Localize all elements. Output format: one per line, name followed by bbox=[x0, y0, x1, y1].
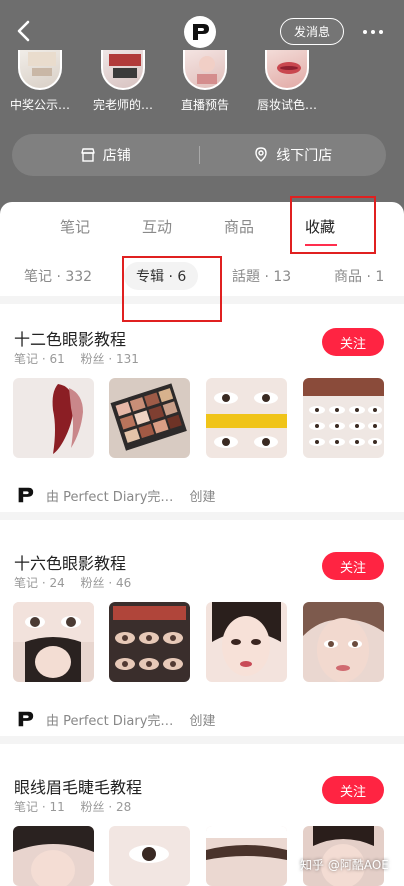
brand-logo[interactable] bbox=[184, 16, 216, 48]
album-title: 十二色眼影教程 bbox=[14, 330, 127, 349]
story-item[interactable]: 完老师的… bbox=[88, 50, 158, 113]
location-pin-icon bbox=[255, 147, 267, 162]
album-cover-image[interactable] bbox=[109, 378, 190, 458]
album-cover-image[interactable] bbox=[109, 602, 190, 682]
story-item[interactable]: 唇妆试色… bbox=[252, 50, 322, 113]
profile-header: 发消息 中奖公示… 完老师的… 直播预告 唇妆试色… 店铺 线下门店 bbox=[0, 0, 404, 215]
annotation-box-albums bbox=[122, 256, 222, 322]
album-stats: 笔记 · 61 粉丝 · 131 bbox=[14, 350, 139, 367]
store-button[interactable]: 店铺 bbox=[12, 145, 199, 165]
album-stats: 笔记 · 24 粉丝 · 46 bbox=[14, 574, 131, 591]
more-options-button[interactable] bbox=[358, 18, 388, 45]
story-item[interactable]: 直播预告 bbox=[170, 50, 240, 113]
story-thumb-icon bbox=[101, 50, 145, 90]
subtab-products[interactable]: 商品 · 1 bbox=[334, 266, 384, 286]
subtab-notes[interactable]: 笔记 · 332 bbox=[24, 266, 92, 286]
album-fans-count: 粉丝 · 46 bbox=[80, 576, 132, 590]
store-bar: 店铺 线下门店 bbox=[12, 134, 386, 176]
story-label: 直播预告 bbox=[180, 98, 229, 112]
offline-store-button[interactable]: 线下门店 bbox=[200, 145, 387, 165]
creator-name: 由 Perfect Diary完… bbox=[46, 713, 174, 729]
story-thumb-icon bbox=[183, 50, 227, 90]
tab-notes[interactable]: 笔记 bbox=[60, 216, 90, 237]
perfect-diary-logo-icon bbox=[14, 708, 36, 730]
follow-button[interactable]: 关注 bbox=[322, 328, 384, 356]
album-creator[interactable]: 由 Perfect Diary完… 创建 bbox=[14, 708, 215, 730]
follow-button[interactable]: 关注 bbox=[322, 552, 384, 580]
story-item[interactable]: 中奖公示… bbox=[5, 50, 75, 113]
album-fans-count: 粉丝 · 28 bbox=[80, 800, 132, 814]
album-stats: 笔记 · 11 粉丝 · 28 bbox=[14, 798, 131, 815]
tab-products[interactable]: 商品 bbox=[224, 216, 254, 237]
created-label: 创建 bbox=[189, 713, 216, 729]
send-message-button[interactable]: 发消息 bbox=[280, 18, 344, 45]
story-label: 完老师的… bbox=[92, 98, 153, 112]
album-card[interactable]: 十二色眼影教程 笔记 · 61 粉丝 · 131 关注 由 Perfect Di… bbox=[0, 326, 404, 516]
album-card[interactable]: 十六色眼影教程 笔记 · 24 粉丝 · 46 关注 由 Perfect Dia… bbox=[0, 550, 404, 740]
created-label: 创建 bbox=[189, 489, 216, 505]
album-fans-count: 粉丝 · 131 bbox=[80, 352, 139, 366]
album-thumbnails bbox=[13, 602, 393, 682]
album-creator[interactable]: 由 Perfect Diary完… 创建 bbox=[14, 484, 215, 506]
album-cover-image[interactable] bbox=[303, 378, 384, 458]
creator-name: 由 Perfect Diary完… bbox=[46, 489, 174, 505]
album-cover-image[interactable] bbox=[13, 602, 94, 682]
story-thumb-icon bbox=[265, 50, 309, 90]
perfect-diary-logo-icon bbox=[193, 24, 209, 40]
shop-icon bbox=[81, 148, 95, 162]
album-cover-image[interactable] bbox=[206, 378, 287, 458]
tab-interactions[interactable]: 互动 bbox=[142, 216, 172, 237]
perfect-diary-logo-icon bbox=[14, 484, 36, 506]
album-cover-image[interactable] bbox=[303, 602, 384, 682]
chevron-left-icon bbox=[17, 20, 30, 42]
album-thumbnails bbox=[13, 378, 393, 458]
album-notes-count: 笔记 · 61 bbox=[14, 352, 65, 366]
album-cover-image[interactable] bbox=[206, 826, 287, 886]
album-cover-image[interactable] bbox=[109, 826, 190, 886]
story-label: 唇妆试色… bbox=[256, 98, 317, 112]
watermark-text: 知乎 @阿酷AOE bbox=[300, 858, 389, 872]
album-cover-image[interactable] bbox=[13, 826, 94, 886]
story-label: 中奖公示… bbox=[9, 98, 70, 112]
offline-store-label: 线下门店 bbox=[276, 148, 333, 164]
album-title: 十六色眼影教程 bbox=[14, 554, 127, 573]
more-dots-icon bbox=[363, 29, 367, 34]
back-button[interactable] bbox=[12, 18, 38, 44]
album-notes-count: 笔记 · 11 bbox=[14, 800, 65, 814]
album-cover-image[interactable] bbox=[13, 378, 94, 458]
album-notes-count: 笔记 · 24 bbox=[14, 576, 65, 590]
album-cover-image[interactable] bbox=[206, 602, 287, 682]
story-thumb-icon bbox=[18, 50, 62, 90]
album-title: 眼线眉毛睫毛教程 bbox=[14, 778, 143, 797]
follow-button[interactable]: 关注 bbox=[322, 776, 384, 804]
store-label: 店铺 bbox=[102, 148, 131, 164]
subtab-topics[interactable]: 話題 · 13 bbox=[232, 266, 291, 286]
annotation-box-collections bbox=[290, 196, 376, 254]
